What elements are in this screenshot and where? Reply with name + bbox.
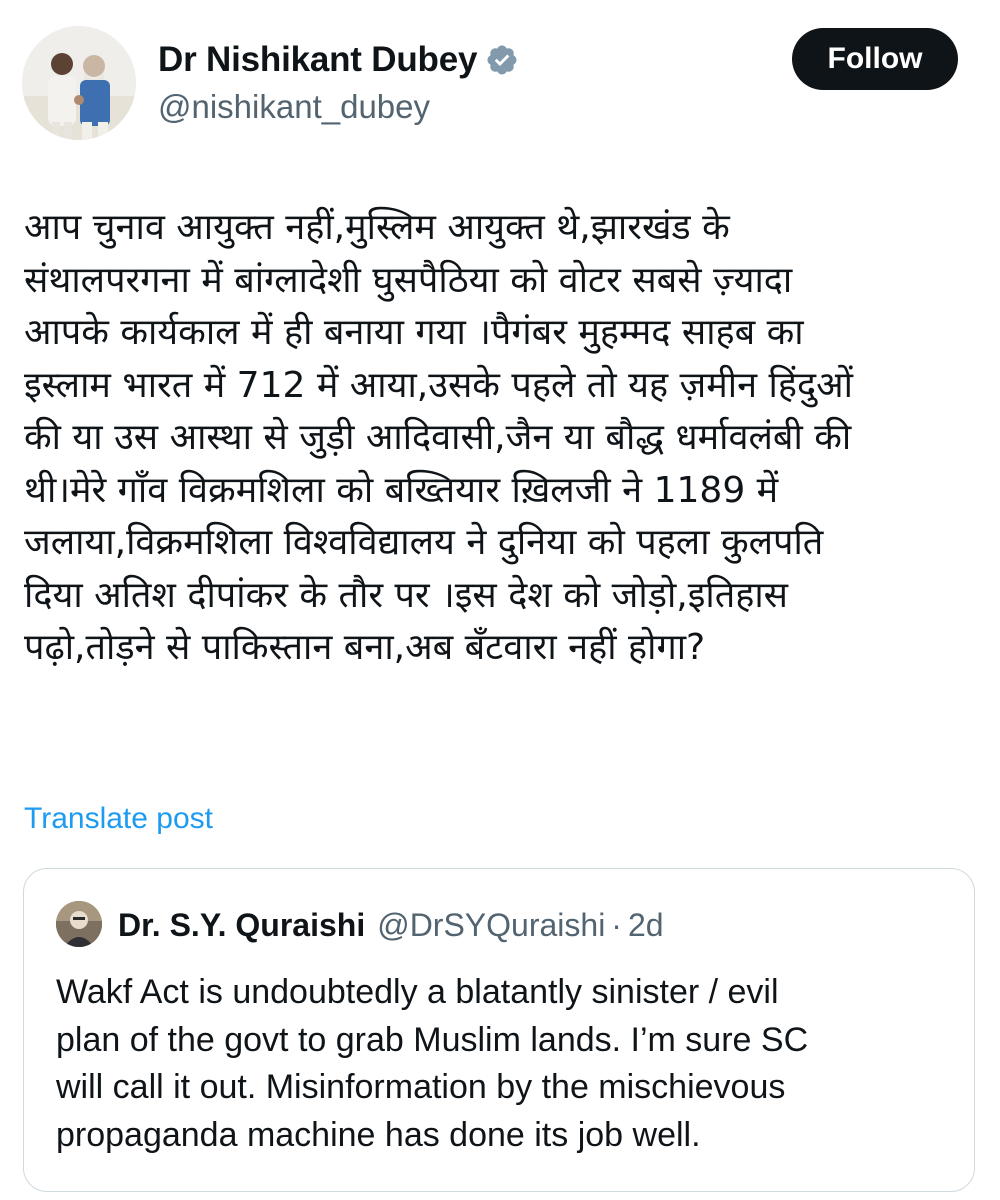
author-avatar-image (22, 26, 136, 140)
quoted-display-name[interactable]: Dr. S.Y. Quraishi (118, 907, 365, 944)
quoted-timestamp[interactable]: 2d (628, 907, 664, 944)
quoted-avatar-image (56, 901, 102, 947)
quoted-handle[interactable]: @DrSYQuraishi (377, 907, 605, 944)
author-display-name[interactable]: Dr Nishikant Dubey (158, 40, 477, 80)
quoted-separator: · (611, 907, 622, 943)
post-text: आप चुनाव आयुक्त नहीं,मुस्लिम आयुक्त थे,झ… (24, 207, 853, 668)
follow-button[interactable]: Follow (792, 28, 958, 90)
quoted-post-text: Wakf Act is undoubtedly a blatantly sini… (56, 973, 809, 1154)
author-handle[interactable]: @nishikant_dubey (158, 88, 430, 126)
author-avatar[interactable] (22, 26, 136, 140)
translate-post-link[interactable]: Translate post (24, 802, 213, 836)
verified-badge-icon (485, 43, 519, 77)
author-name-row: Dr Nishikant Dubey (158, 40, 519, 80)
post-header: Dr Nishikant Dubey @nishikant_dubey Foll… (0, 0, 1000, 150)
quoted-author-avatar[interactable] (56, 901, 102, 947)
quoted-post-header: Dr. S.Y. Quraishi @DrSYQuraishi · 2d (118, 907, 664, 944)
quoted-post-card[interactable]: Dr. S.Y. Quraishi @DrSYQuraishi · 2d Wak… (23, 868, 975, 1192)
